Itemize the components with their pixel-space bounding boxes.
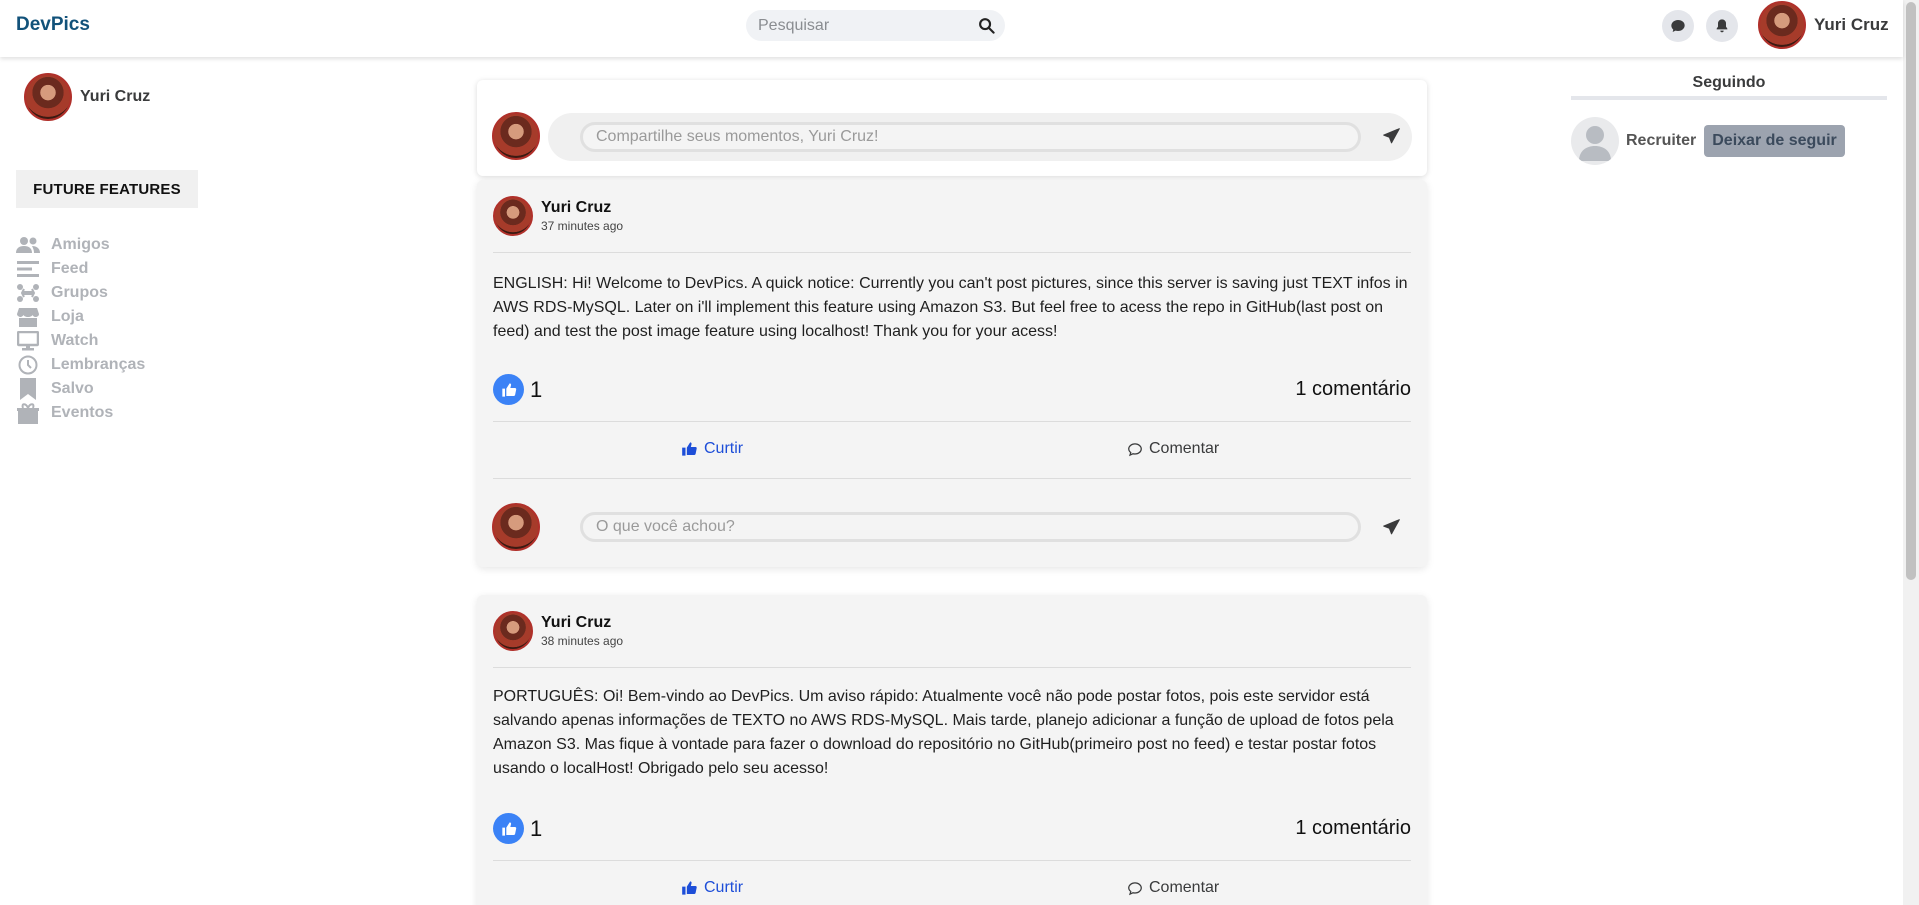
thumbs-up-icon bbox=[493, 374, 524, 405]
send-icon bbox=[1382, 127, 1400, 143]
avatar[interactable] bbox=[24, 73, 72, 121]
post-timestamp: 38 minutes ago bbox=[541, 634, 624, 648]
future-features-button[interactable]: FUTURE FEATURES bbox=[16, 170, 198, 208]
following-user-name[interactable]: Recruiter bbox=[1626, 132, 1696, 150]
brand-logo[interactable]: DevPics bbox=[16, 14, 90, 36]
post-header: Yuri Cruz 38 minutes ago bbox=[493, 611, 623, 651]
comment-label: Comentar bbox=[1149, 879, 1220, 896]
sidebar-item-lembrancas[interactable]: Lembranças bbox=[16, 353, 145, 377]
watch-icon bbox=[16, 330, 40, 352]
post-author[interactable]: Yuri Cruz bbox=[541, 199, 623, 217]
like-button[interactable]: Curtir bbox=[681, 879, 743, 897]
chat-icon bbox=[1671, 20, 1685, 32]
divider bbox=[493, 252, 1411, 253]
friends-icon bbox=[16, 234, 40, 256]
post-body: ENGLISH: Hi! Welcome to DevPics. A quick… bbox=[493, 275, 1408, 340]
notifications-button[interactable] bbox=[1706, 10, 1738, 42]
sidebar-item-label: Salvo bbox=[51, 380, 94, 397]
feed-icon bbox=[16, 258, 40, 280]
following-title: Seguindo bbox=[1692, 74, 1766, 91]
clock-icon bbox=[16, 354, 40, 376]
sidebar-item-eventos[interactable]: Eventos bbox=[16, 401, 145, 425]
avatar[interactable] bbox=[1758, 1, 1806, 49]
sidebar-user-name[interactable]: Yuri Cruz bbox=[80, 88, 150, 106]
post-likes[interactable]: 1 bbox=[493, 813, 542, 844]
sidebar-item-amigos[interactable]: Amigos bbox=[16, 233, 145, 257]
comment-icon bbox=[1128, 442, 1142, 456]
comment-button[interactable]: Comentar bbox=[1127, 879, 1219, 897]
like-label: Curtir bbox=[704, 440, 744, 457]
scrollbar-thumb[interactable] bbox=[1906, 2, 1916, 580]
avatar[interactable] bbox=[492, 112, 540, 160]
groups-icon bbox=[16, 282, 40, 304]
page-scrollbar[interactable] bbox=[1903, 0, 1919, 905]
like-button[interactable]: Curtir bbox=[681, 440, 743, 458]
like-count: 1 bbox=[530, 376, 543, 402]
store-icon bbox=[16, 306, 40, 328]
header-profile[interactable]: Yuri Cruz bbox=[1758, 1, 1889, 49]
post-likes[interactable]: 1 bbox=[493, 374, 542, 405]
comment-button[interactable]: Comentar bbox=[1127, 440, 1219, 458]
composer-send-button[interactable] bbox=[1380, 125, 1402, 147]
avatar[interactable] bbox=[492, 503, 540, 551]
bell-icon bbox=[1716, 19, 1728, 33]
thumbs-up-icon bbox=[682, 881, 697, 895]
sidebar-item-label: Loja bbox=[51, 308, 84, 325]
comment-icon bbox=[1128, 881, 1142, 895]
sidebar-item-label: Watch bbox=[51, 332, 99, 349]
post-header: Yuri Cruz 37 minutes ago bbox=[493, 196, 623, 236]
comment-count[interactable]: 1 comentário bbox=[1295, 378, 1411, 401]
send-icon bbox=[1382, 518, 1400, 534]
avatar[interactable] bbox=[493, 611, 533, 651]
search-bar[interactable] bbox=[746, 10, 1005, 41]
search-icon[interactable] bbox=[978, 17, 995, 34]
sidebar-item-label: Eventos bbox=[51, 404, 114, 421]
like-label: Curtir bbox=[704, 879, 744, 896]
search-input[interactable] bbox=[758, 16, 968, 36]
composer-input[interactable] bbox=[580, 122, 1361, 152]
post-composer bbox=[477, 80, 1427, 176]
sidebar-item-label: Amigos bbox=[51, 236, 110, 253]
divider bbox=[493, 478, 1411, 479]
following-user-row: Recruiter Deixar de seguir bbox=[1571, 117, 1845, 165]
thumbs-up-icon bbox=[493, 813, 524, 844]
avatar[interactable] bbox=[493, 196, 533, 236]
sidebar-item-label: Feed bbox=[51, 260, 89, 277]
divider bbox=[493, 667, 1411, 668]
comment-input[interactable] bbox=[580, 512, 1361, 542]
post-card: Yuri Cruz 38 minutes ago PORTUGUÊS: Oi! … bbox=[477, 595, 1427, 905]
sidebar-item-feed[interactable]: Feed bbox=[16, 257, 145, 281]
sidebar-item-loja[interactable]: Loja bbox=[16, 305, 145, 329]
divider bbox=[493, 860, 1411, 861]
comment-label: Comentar bbox=[1149, 440, 1220, 457]
comment-send-button[interactable] bbox=[1380, 516, 1402, 538]
thumbs-up-icon bbox=[682, 442, 697, 456]
bookmark-icon bbox=[16, 378, 40, 400]
events-icon bbox=[16, 402, 40, 424]
messages-button[interactable] bbox=[1662, 10, 1694, 42]
header-user-name[interactable]: Yuri Cruz bbox=[1814, 15, 1889, 35]
sidebar-profile[interactable]: Yuri Cruz bbox=[24, 73, 150, 121]
sidebar-item-grupos[interactable]: Grupos bbox=[16, 281, 145, 305]
divider bbox=[493, 421, 1411, 422]
post-card: Yuri Cruz 37 minutes ago ENGLISH: Hi! We… bbox=[477, 180, 1427, 567]
sidebar-item-salvo[interactable]: Salvo bbox=[16, 377, 145, 401]
sidebar-menu: Amigos Feed Grupos Loja Watch Lembranças bbox=[16, 233, 145, 425]
default-avatar-icon[interactable] bbox=[1571, 117, 1619, 165]
like-count: 1 bbox=[530, 815, 543, 841]
comment-count[interactable]: 1 comentário bbox=[1295, 817, 1411, 840]
post-timestamp: 37 minutes ago bbox=[541, 219, 624, 233]
divider bbox=[1571, 96, 1887, 100]
sidebar-item-watch[interactable]: Watch bbox=[16, 329, 145, 353]
top-navbar: DevPics Yuri Cruz bbox=[0, 0, 1903, 57]
sidebar-item-label: Lembranças bbox=[51, 356, 146, 373]
unfollow-button[interactable]: Deixar de seguir bbox=[1704, 125, 1845, 157]
post-body: PORTUGUÊS: Oi! Bem-vindo ao DevPics. Um … bbox=[493, 688, 1394, 777]
sidebar-item-label: Grupos bbox=[51, 284, 108, 301]
post-author[interactable]: Yuri Cruz bbox=[541, 614, 623, 632]
